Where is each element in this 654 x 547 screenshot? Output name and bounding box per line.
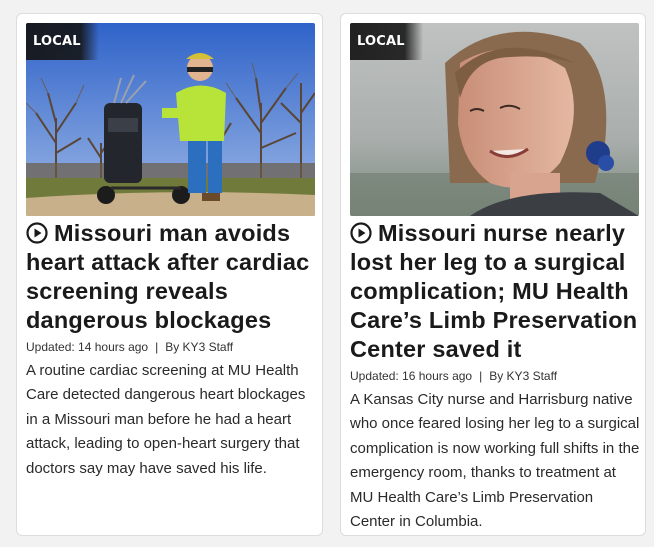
- category-badge[interactable]: LOCAL: [26, 23, 99, 60]
- meta-separator: |: [155, 340, 159, 354]
- story-headline-text: Missouri nurse nearly lost her leg to a …: [350, 220, 638, 362]
- category-badge[interactable]: LOCAL: [350, 23, 423, 60]
- story-meta: Updated: 16 hours ago | By KY3 Staff: [350, 369, 557, 383]
- story-meta: Updated: 14 hours ago | By KY3 Staff: [26, 340, 233, 354]
- story-photo-nurse[interactable]: LOCAL: [350, 23, 639, 216]
- byline[interactable]: By KY3 Staff: [489, 369, 557, 383]
- updated-time: Updated: 16 hours ago: [350, 369, 473, 383]
- story-summary: A routine cardiac screening at MU Health…: [26, 362, 306, 477]
- story-grid: LOCAL Missouri man avoids heart attack a…: [0, 0, 654, 547]
- story-headline[interactable]: Missouri man avoids heart attack after c…: [26, 219, 318, 335]
- byline[interactable]: By KY3 Staff: [165, 340, 233, 354]
- story-headline[interactable]: Missouri nurse nearly lost her leg to a …: [350, 219, 642, 364]
- meta-separator: |: [479, 369, 483, 383]
- play-circle-icon: [26, 222, 48, 244]
- story-headline-text: Missouri man avoids heart attack after c…: [26, 220, 310, 333]
- updated-time: Updated: 14 hours ago: [26, 340, 149, 354]
- story-photo-golfer[interactable]: LOCAL: [26, 23, 315, 216]
- story-card-golfer[interactable]: LOCAL Missouri man avoids heart attack a…: [16, 13, 323, 536]
- story-card-nurse[interactable]: LOCAL Missouri nurse nearly lost her leg…: [340, 13, 646, 536]
- story-summary: A Kansas City nurse and Harrisburg nativ…: [350, 391, 640, 531]
- play-circle-icon: [350, 222, 372, 244]
